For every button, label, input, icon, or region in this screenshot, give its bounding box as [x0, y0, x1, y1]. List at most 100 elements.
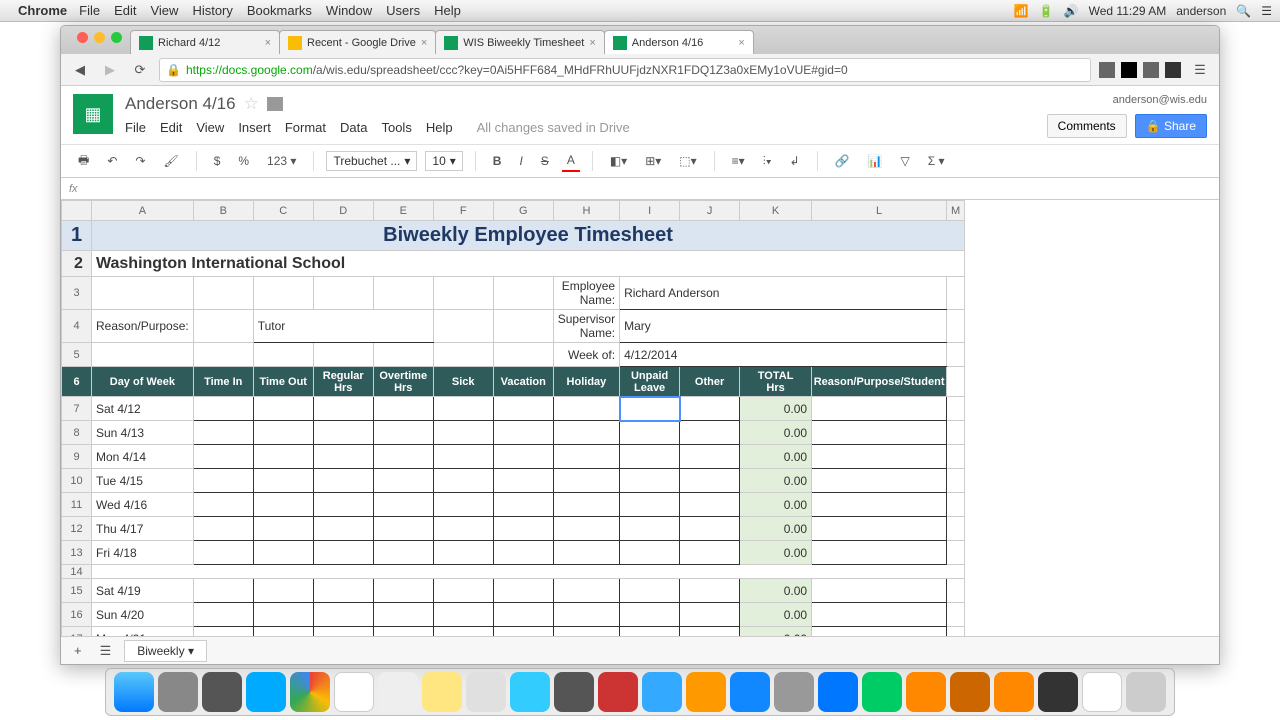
data-cell[interactable] [553, 541, 619, 565]
row-header[interactable]: 13 [62, 541, 92, 565]
row-header[interactable]: 17 [62, 627, 92, 637]
data-cell[interactable] [680, 493, 740, 517]
ext-icon[interactable] [1099, 62, 1115, 78]
data-cell[interactable] [493, 397, 553, 421]
total-cell[interactable]: 0.00 [740, 469, 812, 493]
ext-icon[interactable] [1165, 62, 1181, 78]
data-cell[interactable] [373, 603, 433, 627]
dock-app-calendar[interactable] [334, 672, 374, 712]
reason-cell[interactable] [812, 579, 947, 603]
data-cell[interactable] [433, 603, 493, 627]
dock-app-launchpad[interactable] [158, 672, 198, 712]
dock-app-garageband[interactable] [994, 672, 1034, 712]
day-cell[interactable]: Wed 4/16 [92, 493, 194, 517]
total-cell[interactable]: 0.00 [740, 603, 812, 627]
clock[interactable]: Wed 11:29 AM [1089, 4, 1167, 18]
data-cell[interactable] [493, 541, 553, 565]
user-email[interactable]: anderson@wis.edu [1113, 94, 1207, 106]
formula-bar[interactable]: fx [61, 178, 1219, 200]
spotlight-icon[interactable]: 🔍 [1236, 4, 1251, 18]
data-cell[interactable] [493, 445, 553, 469]
data-cell[interactable] [313, 579, 373, 603]
col-header[interactable]: D [313, 201, 373, 221]
data-cell[interactable] [433, 579, 493, 603]
zoom-window-button[interactable] [111, 32, 122, 43]
filter-button[interactable]: ▽ [896, 151, 915, 171]
row-header[interactable]: 15 [62, 579, 92, 603]
data-cell[interactable] [553, 445, 619, 469]
data-cell[interactable] [680, 445, 740, 469]
data-cell[interactable] [620, 603, 680, 627]
total-cell[interactable]: 0.00 [740, 493, 812, 517]
data-cell[interactable] [373, 627, 433, 637]
dock-app-mail[interactable] [466, 672, 506, 712]
insert-link-button[interactable]: 🔗 [830, 151, 855, 171]
docs-menu-edit[interactable]: Edit [160, 120, 182, 135]
col-header[interactable]: K [740, 201, 812, 221]
valign-button[interactable]: ⫶▾ [758, 151, 777, 172]
data-cell[interactable] [433, 421, 493, 445]
user-menu[interactable]: anderson [1176, 4, 1226, 18]
day-cell[interactable]: Sat 4/19 [92, 579, 194, 603]
data-cell[interactable] [253, 603, 313, 627]
dock-app-settings[interactable] [774, 672, 814, 712]
dock-app-ibooks[interactable] [686, 672, 726, 712]
supervisor-value[interactable]: Mary [620, 310, 947, 343]
data-cell[interactable] [313, 469, 373, 493]
close-tab-icon[interactable]: × [421, 37, 427, 49]
data-cell[interactable] [680, 603, 740, 627]
data-cell[interactable] [680, 397, 740, 421]
data-cell[interactable] [493, 517, 553, 541]
data-cell[interactable] [680, 421, 740, 445]
data-cell[interactable] [433, 517, 493, 541]
data-cell[interactable] [553, 517, 619, 541]
document-title[interactable]: Anderson 4/16 [125, 94, 236, 114]
data-cell[interactable] [193, 579, 253, 603]
data-cell[interactable] [680, 541, 740, 565]
data-cell[interactable] [680, 517, 740, 541]
insert-chart-button[interactable]: 📊 [863, 151, 888, 171]
menu-history[interactable]: History [192, 3, 232, 18]
data-cell[interactable] [313, 421, 373, 445]
font-size-select[interactable]: 10 ▾ [425, 151, 462, 171]
dock-app-chrome[interactable] [290, 672, 330, 712]
data-cell[interactable] [553, 397, 619, 421]
row-header[interactable]: 11 [62, 493, 92, 517]
col-header[interactable]: I [620, 201, 680, 221]
employee-value[interactable]: Richard Anderson [620, 277, 947, 310]
comments-button[interactable]: Comments [1047, 114, 1127, 138]
close-tab-icon[interactable]: × [265, 37, 271, 49]
browser-tab[interactable]: Richard 4/12× [130, 30, 280, 54]
docs-menu-view[interactable]: View [196, 120, 224, 135]
dock-app-trash[interactable] [1126, 672, 1166, 712]
redo-button[interactable]: ↷ [130, 151, 150, 171]
day-cell[interactable]: Sun 4/13 [92, 421, 194, 445]
reason-cell[interactable] [812, 603, 947, 627]
docs-menu-tools[interactable]: Tools [381, 120, 411, 135]
menu-bookmarks[interactable]: Bookmarks [247, 3, 312, 18]
data-cell[interactable] [373, 579, 433, 603]
data-cell[interactable] [433, 397, 493, 421]
docs-menu-format[interactable]: Format [285, 120, 326, 135]
bold-button[interactable]: B [488, 151, 507, 171]
data-cell[interactable] [493, 493, 553, 517]
app-name[interactable]: Chrome [18, 3, 67, 18]
row-header[interactable]: 14 [62, 565, 92, 579]
dock-app-keynote[interactable] [818, 672, 858, 712]
row-header[interactable]: 5 [62, 343, 92, 367]
number-format-button[interactable]: 123 ▾ [262, 151, 301, 171]
data-cell[interactable] [313, 627, 373, 637]
data-cell[interactable] [493, 469, 553, 493]
data-cell[interactable] [680, 627, 740, 637]
data-cell[interactable] [373, 445, 433, 469]
data-cell[interactable] [193, 603, 253, 627]
wifi-icon[interactable]: 📶 [1014, 4, 1029, 18]
functions-button[interactable]: Σ ▾ [923, 151, 950, 171]
browser-tab-active[interactable]: Anderson 4/16× [604, 30, 754, 54]
chrome-menu-button[interactable]: ☰ [1189, 59, 1211, 81]
dock-app-reminders[interactable] [378, 672, 418, 712]
reason-cell[interactable] [812, 517, 947, 541]
reload-button[interactable]: ⟳ [129, 59, 151, 81]
row-header[interactable]: 3 [62, 277, 92, 310]
add-sheet-button[interactable]: + [69, 640, 87, 661]
